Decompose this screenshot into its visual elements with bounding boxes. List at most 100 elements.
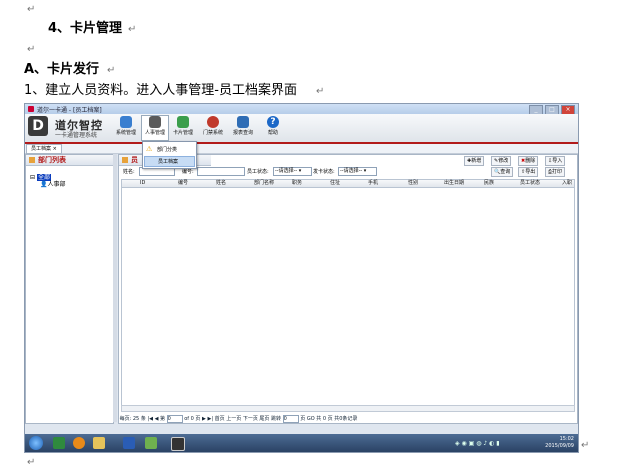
hr-icon <box>149 116 161 128</box>
add-button[interactable]: ✚新增 <box>464 156 485 166</box>
horizontal-scrollbar[interactable] <box>121 405 575 412</box>
column-header[interactable]: 部门名称 <box>254 180 274 187</box>
page-count-label: of 0 页 <box>184 416 201 422</box>
paragraph-mark: ↵ <box>316 86 325 97</box>
next-page-link[interactable]: 下一页 <box>243 416 258 422</box>
clock-time: 15:02 <box>559 436 574 442</box>
pagination-bar: 每页: 25 条 |◀ ◀ 第 0 of 0 页 ▶ ▶| 首页 上一页 下一页… <box>118 414 576 424</box>
column-header[interactable]: 住址 <box>330 180 340 187</box>
edit-button[interactable]: ✎修改 <box>491 156 512 166</box>
card-status-select[interactable]: --请选择-- ▾ <box>338 167 377 176</box>
column-header[interactable]: 民族 <box>484 180 494 187</box>
first-page-icon[interactable]: |◀ <box>147 416 153 422</box>
access-icon <box>207 116 219 128</box>
start-button-icon[interactable] <box>29 436 43 450</box>
warning-icon: ⚠ <box>146 145 153 153</box>
export-label: 导出 <box>525 169 536 175</box>
taskbar-folder-icon[interactable] <box>93 437 105 449</box>
employee-panel-title: 员 <box>131 156 138 164</box>
folder-icon <box>122 157 128 163</box>
nav-help[interactable]: ? 帮助 <box>260 116 286 136</box>
prev-page-icon[interactable]: ◀ <box>155 416 159 422</box>
app-icon <box>28 106 34 112</box>
column-header[interactable]: 职务 <box>292 180 302 187</box>
tree-node-hr[interactable]: 👤人事部 <box>40 179 66 188</box>
nav-report[interactable]: 报表查询 <box>230 116 256 136</box>
delete-label: 删除 <box>525 158 536 164</box>
total-prefix: 共 <box>316 416 322 422</box>
taskbar-excel-icon[interactable] <box>53 437 65 449</box>
first-page-link[interactable]: 首页 <box>215 416 225 422</box>
paragraph-mark: ↵ <box>128 24 137 35</box>
page-input[interactable]: 0 <box>166 414 183 423</box>
page-size-value[interactable]: 25 <box>133 416 139 422</box>
page-size-label: 每页: <box>119 416 132 422</box>
last-page-icon[interactable]: ▶| <box>207 416 213 422</box>
tab-employee-records[interactable]: 员工档案 × <box>26 144 62 154</box>
go-button[interactable]: GO <box>307 416 315 422</box>
column-header[interactable]: 姓名 <box>216 180 226 187</box>
system-clock[interactable]: 15:02 2015/09/09 <box>545 436 574 450</box>
edit-label: 修改 <box>498 158 509 164</box>
taskbar-app-icon[interactable] <box>171 437 185 451</box>
nav-label: 人事管理 <box>144 130 165 136</box>
page-label: 第 <box>160 416 166 422</box>
nav-card[interactable]: 卡片管理 <box>170 116 196 136</box>
menu-item-employee-records[interactable]: 员工档案 <box>144 156 195 167</box>
department-panel-title: 部门列表 <box>38 156 66 164</box>
taskbar-browser-icon[interactable] <box>73 437 85 449</box>
window-title: 道尔一卡通 - [员工档案] <box>37 107 102 114</box>
employee-status-select[interactable]: --请选择-- ▾ <box>273 167 312 176</box>
delete-button[interactable]: ✖删除 <box>518 156 539 166</box>
system-tray-icons: ◈ ◉ ▣ ◍ ♪ ◐ ▮ <box>455 440 500 447</box>
taskbar-paint-icon[interactable] <box>145 437 157 449</box>
query-button[interactable]: 🔍查询 <box>491 167 514 177</box>
table-header: ID 编号 姓名 部门名称 职务 住址 手机 性别 出生日期 民族 员工状态 入… <box>122 180 574 188</box>
app-screenshot: 道尔一卡通 - [员工档案] _ □ × D 道尔智控 一卡通管理系统 系统管理… <box>24 103 579 453</box>
total-page-unit: 页 <box>327 416 333 422</box>
brand-subtitle: 一卡通管理系统 <box>55 132 98 139</box>
total-records: 共0条记录 <box>334 416 358 422</box>
nav-label: 系统管理 <box>115 130 136 136</box>
paragraph-mark: ↵ <box>27 4 36 15</box>
column-header[interactable]: ID <box>140 180 145 187</box>
doc-heading: 4、卡片管理 <box>48 21 123 36</box>
menu-item-department-category[interactable]: 部门分类 <box>157 146 177 153</box>
nav-hr[interactable]: 人事管理 <box>141 115 169 141</box>
column-header[interactable]: 编号 <box>178 180 188 187</box>
column-header[interactable]: 性别 <box>408 180 418 187</box>
column-header[interactable]: 手机 <box>368 180 378 187</box>
brand-logo-icon: D <box>28 116 48 136</box>
prev-page-link[interactable]: 上一页 <box>226 416 241 422</box>
taskbar: ◈ ◉ ▣ ◍ ♪ ◐ ▮ 15:02 2015/09/09 <box>25 434 578 452</box>
window-titlebar: 道尔一卡通 - [员工档案] _ □ × <box>25 104 578 115</box>
tree-node-label: 人事部 <box>47 181 66 188</box>
folder-icon <box>29 157 35 163</box>
taskbar-word-icon[interactable] <box>123 437 135 449</box>
query-label: 查询 <box>500 169 511 175</box>
total-page-count: 0 <box>322 416 327 422</box>
paragraph-mark: ↵ <box>107 65 116 76</box>
paragraph-mark: ↵ <box>27 44 36 55</box>
column-header[interactable]: 员工状态 <box>520 180 540 187</box>
employee-status-label: 员工状态: <box>247 169 269 175</box>
import-button[interactable]: ⇩导入 <box>545 156 566 166</box>
export-button[interactable]: ⇧导出 <box>518 167 539 177</box>
employee-table: ID 编号 姓名 部门名称 职务 住址 手机 性别 出生日期 民族 员工状态 入… <box>121 179 575 406</box>
nav-access[interactable]: 门禁系统 <box>200 116 226 136</box>
jump-label: 跳转 <box>271 416 282 422</box>
column-header[interactable]: 入职 <box>562 180 572 187</box>
number-input[interactable] <box>197 167 245 176</box>
print-button[interactable]: ⎙打印 <box>545 167 566 177</box>
panel-splitter[interactable] <box>113 154 117 422</box>
column-header[interactable]: 出生日期 <box>444 180 464 187</box>
report-icon <box>237 116 249 128</box>
nav-system[interactable]: 系统管理 <box>113 116 139 136</box>
jump-page-unit: 页 <box>300 416 306 422</box>
nav-label: 门禁系统 <box>202 130 223 136</box>
doc-step: 1、建立人员资料。进入人事管理-员工档案界面 <box>24 83 297 98</box>
next-page-icon[interactable]: ▶ <box>202 416 206 422</box>
last-page-link[interactable]: 尾页 <box>259 416 269 422</box>
jump-input[interactable]: 0 <box>282 414 299 423</box>
menu-item-label: 员工档案 <box>158 159 179 165</box>
